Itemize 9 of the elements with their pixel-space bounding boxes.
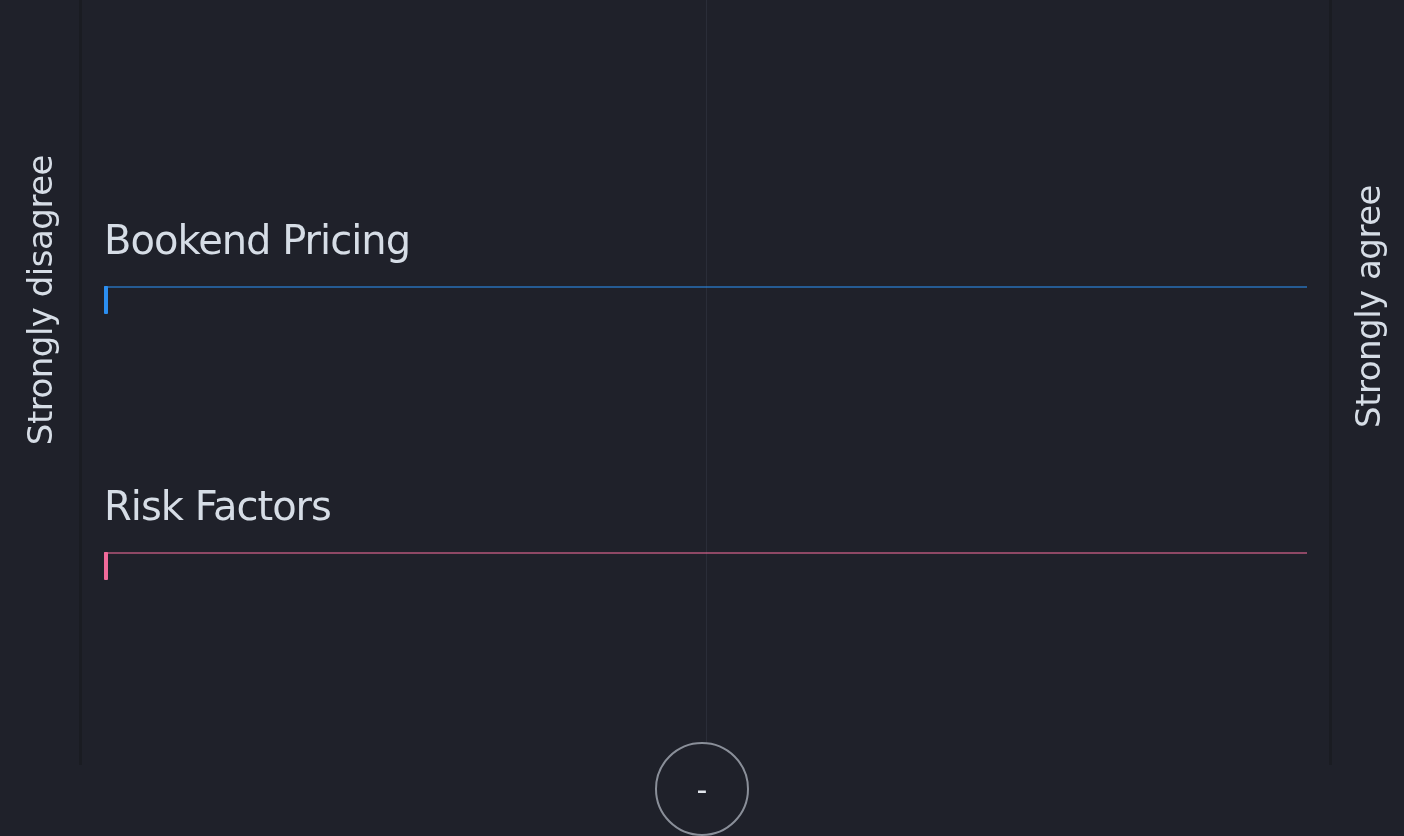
slider-track[interactable] [104,286,1307,314]
slider-thumb[interactable] [104,286,108,314]
scale-label: Strongly agree [1348,185,1388,428]
statement-title: Risk Factors [104,482,331,531]
slider-track[interactable] [104,552,1307,580]
scale-label: Strongly disagree [19,155,60,446]
round-button[interactable]: - [655,742,749,836]
slider-thumb[interactable] [104,552,108,580]
statement-title: Bookend Pricing [104,216,410,265]
